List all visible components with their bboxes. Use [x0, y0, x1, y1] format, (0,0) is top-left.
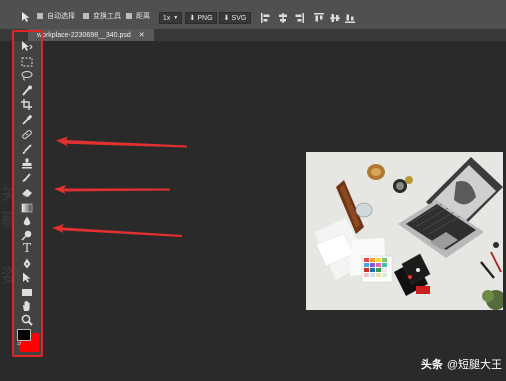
export-png-button[interactable]: ⬇ PNG: [185, 12, 217, 24]
align-left-icon[interactable]: [261, 13, 271, 25]
download-icon: ⬇: [223, 15, 230, 22]
workspace-photo: [306, 152, 503, 310]
foreground-color-swatch[interactable]: [17, 329, 31, 341]
png-label: PNG: [197, 14, 213, 22]
watermark-prefix: 头条: [420, 359, 443, 371]
annotation-arrow-1: [56, 136, 187, 148]
tools-highlight-box: [12, 30, 43, 357]
document-tab[interactable]: workplace-2230698__340.psd ✕: [28, 29, 154, 41]
zoom-select[interactable]: 1x ▼: [159, 12, 182, 24]
zoom-value: 1x: [162, 14, 171, 22]
distance-label: 距离: [136, 13, 150, 20]
chevron-down-icon: ▼: [173, 15, 179, 21]
move-tool-icon[interactable]: [20, 11, 32, 25]
watermark-handle: @短腿大王: [446, 359, 502, 371]
distance-checkbox[interactable]: 距离: [126, 11, 150, 21]
align-right-icon[interactable]: [294, 13, 304, 25]
export-svg-button[interactable]: ⬇ SVG: [219, 12, 251, 24]
align-top-icon[interactable]: [314, 13, 324, 25]
options-bar: 自动选择 变换工具 距离 1x ▼ ⬇ PNG ⬇ SVG: [0, 0, 506, 29]
annotation-arrow-3: [52, 224, 182, 237]
annotation-arrow-2: [54, 185, 170, 194]
transform-label: 变换工具: [93, 13, 121, 20]
auto-select-label: 自动选择: [47, 13, 75, 20]
watermark: 头条 @短腿大王: [421, 356, 502, 372]
document-title: workplace-2230698__340.psd: [37, 31, 131, 39]
color-swatch-card: [361, 255, 393, 283]
close-icon[interactable]: ✕: [139, 31, 145, 39]
align-middle-v-icon[interactable]: [330, 13, 340, 25]
svg-label: SVG: [231, 14, 247, 22]
align-bottom-icon[interactable]: [345, 13, 355, 25]
auto-select-checkbox[interactable]: 自动选择: [37, 11, 75, 21]
canvas-image[interactable]: [306, 152, 503, 310]
align-center-h-icon[interactable]: [278, 13, 288, 25]
document-tab-bar: workplace-2230698__340.psd ✕: [0, 29, 506, 41]
download-icon: ⬇: [189, 15, 196, 22]
transform-controls-checkbox[interactable]: 变换工具: [83, 11, 121, 21]
